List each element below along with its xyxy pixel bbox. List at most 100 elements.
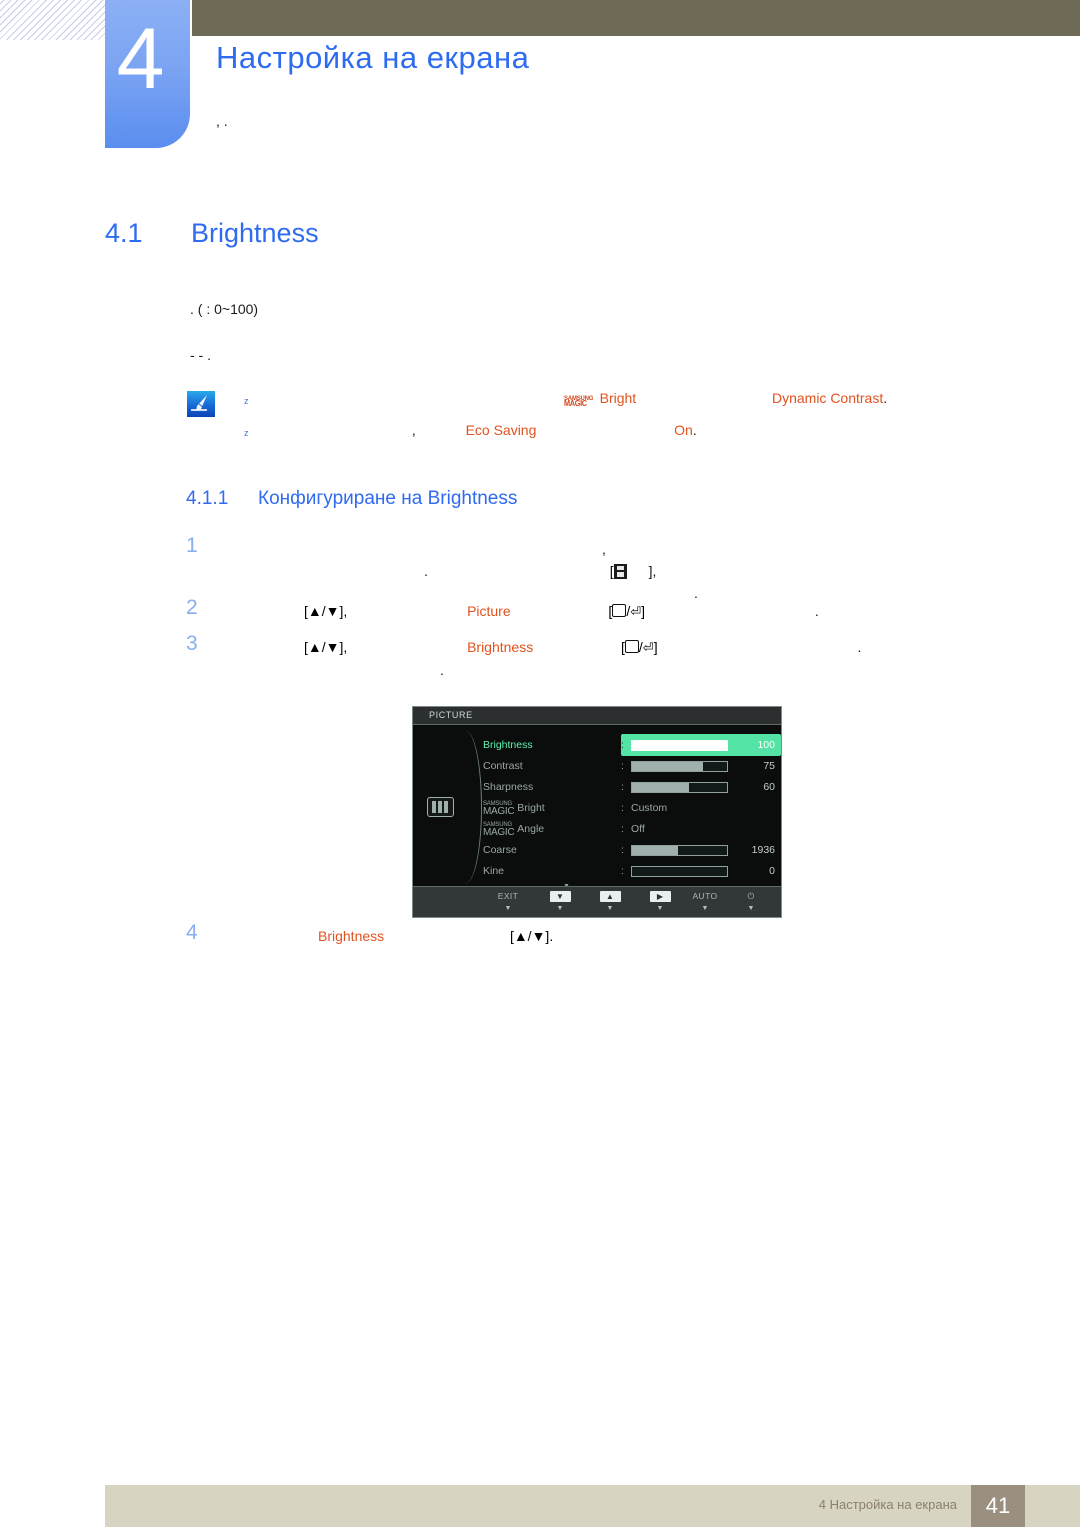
osd-button-auto-icon: AUTO bbox=[692, 891, 718, 901]
note-keyword-eco-saving: Eco Saving bbox=[465, 422, 537, 438]
step-3-keyword-brightness: Brightness bbox=[467, 639, 534, 655]
section-paragraph-2: - - . bbox=[190, 347, 211, 363]
osd-row-kine[interactable]: Kine: 0 bbox=[475, 861, 775, 882]
chapter-number-tab: 4 bbox=[105, 0, 190, 148]
osd-button-power[interactable]: ⏻ ▼ bbox=[731, 891, 771, 912]
osd-button-bar: EXIT ▼ ▼ ▼ ▲ ▼ ▶ ▼ AUTO ▼ ⏻ ▼ bbox=[413, 886, 781, 917]
step-2-keyword-picture: Picture bbox=[467, 603, 511, 619]
osd-row-label: Coarse bbox=[483, 844, 517, 856]
osd-button-down[interactable]: ▼ ▼ bbox=[540, 891, 580, 912]
samsung-magic-logo-icon: SAMSUNG MAGIC bbox=[483, 800, 515, 817]
osd-row-label: Sharpness bbox=[483, 781, 534, 793]
osd-row-colon: : bbox=[621, 844, 624, 856]
osd-value-number: 60 bbox=[763, 781, 775, 793]
page-footer: 4 Настройка на екрана 41 bbox=[105, 1485, 1080, 1527]
osd-value-bar[interactable] bbox=[631, 782, 728, 793]
step-2-number: 2 bbox=[186, 596, 198, 619]
step-2-body: [▲/▼], Picture [/⏎] . bbox=[304, 600, 1026, 623]
section-heading: 4.1 Brightness bbox=[105, 218, 319, 249]
note-callout: z SAMSUNG MAGIC Bright Dynamic Contrast.… bbox=[186, 388, 906, 452]
step-1: 1 , . [], . bbox=[186, 535, 1026, 604]
step-4-number: 4 bbox=[186, 921, 198, 944]
subsection-title-en: Brightness bbox=[427, 488, 518, 509]
osd-row-angle[interactable]: SAMSUNG MAGIC Angle: Off bbox=[475, 819, 775, 840]
note-pen-icon bbox=[186, 390, 216, 418]
osd-title-bar: PICTURE bbox=[413, 707, 781, 725]
osd-title-text: PICTURE bbox=[429, 710, 473, 720]
osd-row-label: SAMSUNG MAGIC Angle bbox=[483, 821, 545, 838]
note-line-2-pre: , bbox=[411, 422, 416, 438]
osd-value-bar[interactable] bbox=[631, 761, 728, 772]
step-1-line-2: . [], . bbox=[304, 560, 1026, 604]
section-paragraph-1: . ( : 0~100) bbox=[190, 301, 259, 317]
footer-chapter-label: 4 Настройка на екрана bbox=[818, 1497, 957, 1512]
updown-keys-glyph: [▲/▼], bbox=[304, 603, 348, 619]
osd-row-colon: : bbox=[621, 781, 624, 793]
samsung-magic-logo-icon: SAMSUNG MAGIC bbox=[563, 394, 594, 408]
osd-value-bar-fill bbox=[632, 762, 704, 771]
updown-keys-glyph-2: [▲/▼], bbox=[304, 639, 348, 655]
section-number: 4.1 bbox=[105, 218, 143, 248]
osd-value-bar[interactable] bbox=[631, 866, 728, 877]
note-line-1: z SAMSUNG MAGIC Bright Dynamic Contrast. bbox=[244, 388, 906, 409]
osd-value-bar-fill bbox=[632, 783, 689, 792]
subsection-heading: 4.1.1 Конфигуриране на Brightness bbox=[186, 488, 517, 510]
step-1-line-1: , bbox=[602, 541, 606, 557]
osd-button-up[interactable]: ▲ ▼ bbox=[590, 891, 630, 912]
osd-row-contrast[interactable]: Contrast: 75 bbox=[475, 756, 775, 777]
osd-button-enter-icon: ▶ bbox=[649, 891, 671, 902]
note-keyword-on: On bbox=[674, 422, 693, 438]
corner-hatch-decoration bbox=[0, 0, 106, 40]
osd-button-power-caret-icon: ▼ bbox=[747, 905, 755, 912]
osd-button-down-caret-icon: ▼ bbox=[556, 905, 564, 912]
osd-value-number: 100 bbox=[757, 739, 775, 751]
page-number-badge: 41 bbox=[971, 1485, 1025, 1527]
osd-value-number: 1936 bbox=[751, 844, 775, 856]
picture-bars-icon bbox=[427, 797, 454, 817]
menu-key-icon bbox=[613, 564, 627, 579]
note-line-1-end: . bbox=[883, 390, 888, 406]
osd-button-enter-caret-icon: ▼ bbox=[656, 905, 664, 912]
osd-row-colon: : bbox=[621, 865, 624, 877]
menu-button-glyph: [ bbox=[610, 560, 627, 582]
osd-row-bright[interactable]: SAMSUNG MAGIC Bright: Custom bbox=[475, 798, 775, 819]
osd-row-colon: : bbox=[621, 823, 624, 835]
osd-button-enter[interactable]: ▶ ▼ bbox=[640, 891, 680, 912]
osd-value-number: 75 bbox=[763, 760, 775, 772]
enter-keys-glyph-2: [/⏎] bbox=[621, 636, 658, 659]
step-2: 2 [▲/▼], Picture [/⏎] . bbox=[186, 596, 1026, 623]
osd-row-label: Brightness bbox=[483, 739, 533, 751]
subsection-number: 4.1.1 bbox=[186, 488, 229, 509]
step-4: 4 Brightness [▲/▼]. bbox=[186, 921, 1026, 947]
chapter-title: Настройка на екрана bbox=[216, 40, 530, 75]
osd-value-option: Custom bbox=[631, 802, 668, 814]
osd-row-brightness[interactable]: Brightness: 100 bbox=[475, 734, 781, 756]
osd-button-down-icon: ▼ bbox=[549, 891, 571, 902]
step-3-number: 3 bbox=[186, 632, 198, 655]
osd-button-up-caret-icon: ▼ bbox=[606, 905, 614, 912]
note-keyword-dynamic-contrast: Dynamic Contrast bbox=[771, 390, 884, 406]
osd-value-bar[interactable] bbox=[631, 740, 728, 751]
osd-value-option: Off bbox=[631, 823, 645, 835]
osd-row-sharpness[interactable]: Sharpness: 60 bbox=[475, 777, 775, 798]
osd-row-label: SAMSUNG MAGIC Bright bbox=[483, 800, 545, 817]
osd-button-auto[interactable]: AUTO ▼ bbox=[685, 891, 725, 912]
osd-button-exit-caret-icon: ▼ bbox=[504, 905, 512, 912]
step-3-tail: . bbox=[440, 662, 444, 678]
note-line-2: z , Eco Saving On. bbox=[244, 420, 906, 441]
osd-menu-screenshot: PICTURE Brightness: 100 Contrast: 75 Sharpne… bbox=[412, 706, 782, 918]
header-olive-bar bbox=[192, 0, 1080, 36]
chapter-intro-text: , . bbox=[216, 113, 228, 129]
step-4-body: Brightness [▲/▼]. bbox=[318, 925, 1026, 947]
osd-row-colon: : bbox=[621, 760, 624, 772]
step-4-keyword-brightness: Brightness bbox=[318, 928, 385, 944]
samsung-magic-logo-icon: SAMSUNG MAGIC bbox=[483, 821, 515, 838]
osd-row-colon: : bbox=[621, 739, 624, 751]
osd-button-exit[interactable]: EXIT ▼ bbox=[488, 891, 528, 912]
osd-value-bar-fill bbox=[632, 846, 678, 855]
osd-row-coarse[interactable]: Coarse: 1936 bbox=[475, 840, 775, 861]
note-keyword-bright: Bright bbox=[599, 390, 637, 406]
osd-value-bar-fill bbox=[632, 741, 727, 750]
osd-button-power-icon: ⏻ bbox=[747, 891, 755, 901]
osd-value-bar[interactable] bbox=[631, 845, 728, 856]
